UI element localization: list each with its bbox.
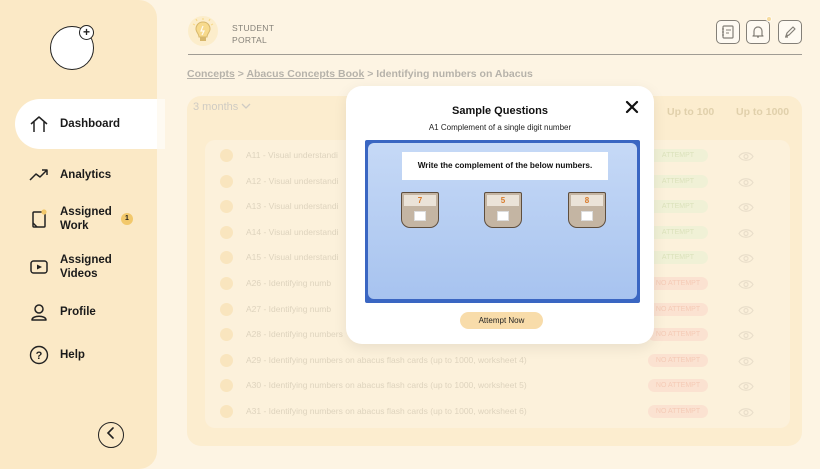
home-icon	[28, 113, 50, 135]
answer-input[interactable]	[581, 211, 593, 221]
modal-title: Sample Questions	[452, 105, 548, 117]
sidebar-item-assigned-work[interactable]: Assigned Work 1	[0, 197, 157, 241]
modal-subtitle: A1 Complement of a single digit number	[428, 123, 572, 132]
sidebar-item-label: Help	[60, 349, 85, 361]
sidebar-item-profile[interactable]: Profile	[0, 290, 157, 334]
sidebar-item-dashboard[interactable]: Dashboard	[15, 99, 165, 149]
sidebar-item-label: Analytics	[60, 169, 112, 181]
collapse-sidebar-button[interactable]	[98, 422, 124, 448]
question-preview: Write the complement of the below number…	[365, 140, 640, 303]
svg-text:?: ?	[36, 350, 43, 362]
given-number: 8	[571, 195, 603, 206]
video-icon	[28, 256, 50, 278]
question-text: Write the complement of the below number…	[402, 152, 608, 180]
chevron-left-icon	[106, 426, 116, 444]
add-avatar-icon[interactable]: +	[79, 25, 94, 40]
help-icon: ?	[28, 344, 50, 366]
sidebar-item-label: Assigned Videos	[60, 254, 112, 280]
assigned-work-icon	[28, 208, 50, 230]
number-cup: 5	[484, 192, 522, 228]
assigned-work-badge: 1	[121, 213, 133, 225]
number-cup: 8	[568, 192, 606, 228]
sidebar: + Dashboard Analytics Assigned Work 1 As…	[0, 0, 165, 469]
user-icon	[28, 301, 50, 323]
number-cup: 7	[401, 192, 439, 228]
given-number: 7	[404, 195, 436, 206]
analytics-icon	[28, 164, 50, 186]
sidebar-item-label: Assigned Work	[60, 206, 112, 232]
attempt-now-button[interactable]: Attempt Now	[460, 312, 543, 329]
question-panel: Write the complement of the below number…	[368, 143, 637, 299]
close-icon	[625, 100, 639, 114]
sidebar-item-label: Profile	[60, 306, 96, 318]
answer-input[interactable]	[497, 211, 509, 221]
sidebar-item-label: Dashboard	[60, 118, 121, 130]
close-button[interactable]	[625, 100, 639, 114]
sidebar-item-assigned-videos[interactable]: Assigned Videos	[0, 245, 157, 289]
sidebar-item-analytics[interactable]: Analytics	[0, 153, 157, 197]
answer-input[interactable]	[414, 211, 426, 221]
sample-questions-modal: Sample Questions A1 Complement of a sing…	[346, 86, 654, 344]
sidebar-item-help[interactable]: ? Help	[0, 333, 157, 377]
given-number: 5	[487, 195, 519, 206]
